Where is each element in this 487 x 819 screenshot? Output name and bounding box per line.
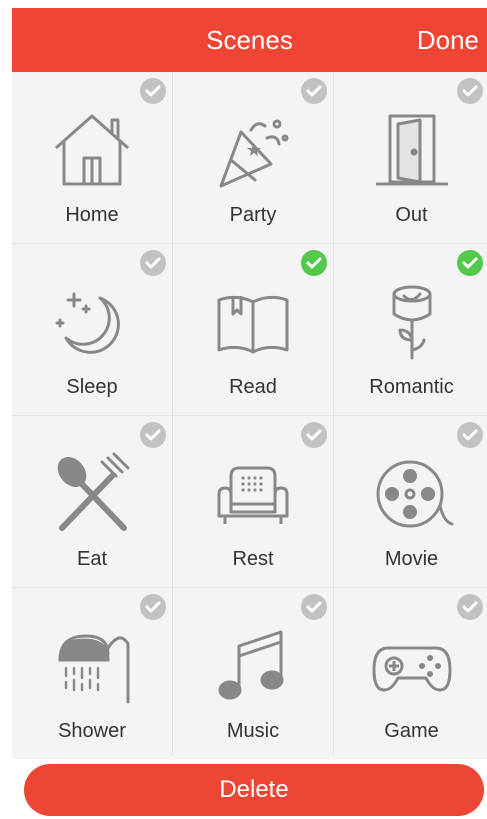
scene-music[interactable]: Music — [173, 588, 333, 759]
scene-party[interactable]: Party — [173, 72, 333, 243]
sofa-icon — [211, 452, 295, 536]
check-icon[interactable] — [301, 250, 327, 276]
party-popper-icon — [211, 108, 295, 192]
check-icon[interactable] — [457, 594, 483, 620]
check-icon[interactable] — [140, 78, 166, 104]
check-icon[interactable] — [140, 422, 166, 448]
scene-romantic[interactable]: Romantic — [334, 244, 487, 415]
scene-label: Shower — [58, 720, 126, 742]
open-book-icon — [211, 280, 295, 364]
check-icon[interactable] — [457, 250, 483, 276]
film-reel-icon — [370, 452, 454, 536]
check-icon[interactable] — [301, 422, 327, 448]
door-icon — [370, 108, 454, 192]
scene-label: Music — [226, 720, 280, 742]
scene-out[interactable]: Out — [334, 72, 487, 243]
scenes-grid: Home Party Out Sleep Read Romantic Eat R… — [12, 72, 487, 759]
done-button[interactable]: Done — [417, 8, 479, 72]
scene-label: Sleep — [66, 376, 118, 398]
check-icon[interactable] — [140, 250, 166, 276]
nav-bar: Scenes Done — [12, 8, 487, 72]
scene-game[interactable]: Game — [334, 588, 487, 759]
scene-label: Out — [395, 204, 428, 226]
check-icon[interactable] — [457, 78, 483, 104]
shower-icon — [50, 624, 134, 708]
scene-home[interactable]: Home — [12, 72, 172, 243]
fork-spoon-icon — [50, 452, 134, 536]
scene-shower[interactable]: Shower — [12, 588, 172, 759]
scene-label: Romantic — [369, 376, 454, 398]
delete-button[interactable]: Delete — [24, 764, 484, 816]
scene-label: Home — [65, 204, 119, 226]
music-note-icon — [211, 624, 295, 708]
scene-sleep[interactable]: Sleep — [12, 244, 172, 415]
gamepad-icon — [370, 624, 454, 708]
check-icon[interactable] — [457, 422, 483, 448]
home-icon — [50, 108, 134, 192]
check-icon[interactable] — [140, 594, 166, 620]
scene-read[interactable]: Read — [173, 244, 333, 415]
scene-label: Movie — [384, 548, 439, 570]
scene-rest[interactable]: Rest — [173, 416, 333, 587]
check-icon[interactable] — [301, 594, 327, 620]
scene-eat[interactable]: Eat — [12, 416, 172, 587]
scene-label: Game — [384, 720, 439, 742]
scene-movie[interactable]: Movie — [334, 416, 487, 587]
rose-icon — [370, 280, 454, 364]
page-title: Scenes — [206, 25, 293, 55]
scene-label: Eat — [76, 548, 108, 570]
scene-label: Read — [229, 376, 277, 398]
scene-label: Rest — [232, 548, 274, 570]
moon-stars-icon — [50, 280, 134, 364]
check-icon[interactable] — [301, 78, 327, 104]
scene-label: Party — [229, 204, 277, 226]
